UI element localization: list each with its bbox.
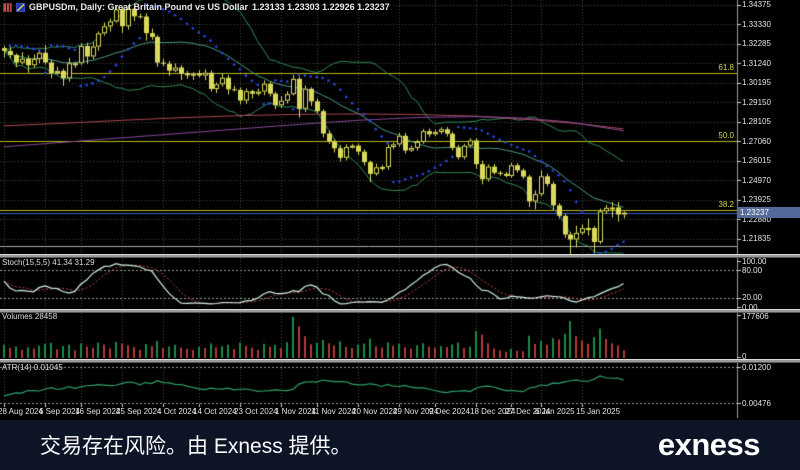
panel-separator-volumes[interactable] <box>0 309 800 313</box>
chart-symbol-icon <box>16 3 25 12</box>
panel-separator-stoch[interactable] <box>0 254 800 258</box>
chart-ohlc-values: 1.23133 1.23303 1.22926 1.23237 <box>252 2 390 12</box>
trading-terminal-screen: GBPUSDm, Daily: Great Britain Pound vs U… <box>0 0 800 470</box>
quotes-icon <box>3 3 12 12</box>
chart-header: GBPUSDm, Daily: Great Britain Pound vs U… <box>3 2 390 12</box>
last-price-badge: 1.23237 <box>737 207 800 218</box>
exness-footer: 交易存在风险。由 Exness 提供。 exness <box>0 420 800 470</box>
volumes-label: Volumes 28458 <box>2 312 57 321</box>
price-chart-canvas[interactable] <box>0 0 800 420</box>
exness-logo: exness <box>658 427 760 463</box>
chart-title: GBPUSDm, Daily: Great Britain Pound vs U… <box>29 2 248 12</box>
stoch-label: Stoch(15,5,5) 41.34 31.29 <box>2 258 95 267</box>
risk-disclaimer-text: 交易存在风险。由 Exness 提供。 <box>40 430 352 460</box>
panel-separator-atr[interactable] <box>0 359 800 363</box>
atr-label: ATR(14) 0.01045 <box>2 363 63 372</box>
